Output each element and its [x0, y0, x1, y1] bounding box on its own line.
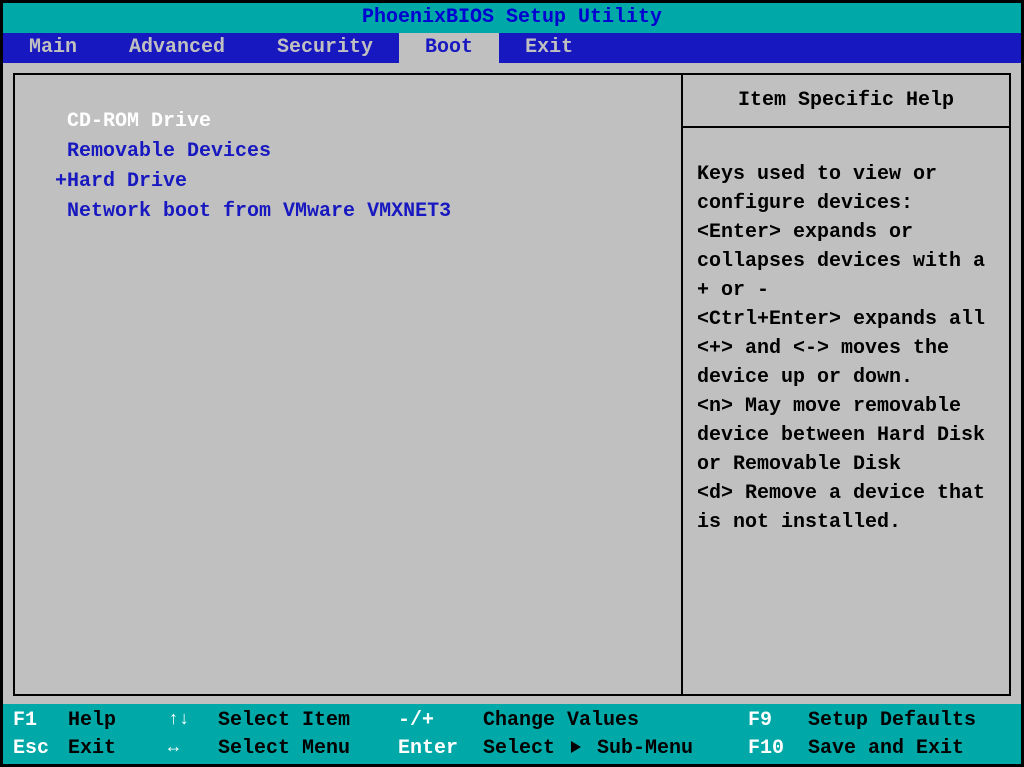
bios-screen: PhoenixBIOS Setup Utility Main Advanced … [0, 0, 1024, 767]
tab-advanced[interactable]: Advanced [103, 33, 251, 63]
footer-key-plusminus: -/+ [398, 709, 483, 732]
app-title: PhoenixBIOS Setup Utility [362, 6, 662, 29]
boot-order-panel: CD-ROM Drive Removable Devices +Hard Dri… [13, 73, 683, 696]
tab-security[interactable]: Security [251, 33, 399, 63]
footer-bar: F1 Help ↑↓ Select Item -/+ Change Values… [3, 704, 1021, 764]
tab-boot[interactable]: Boot [399, 33, 499, 63]
boot-item-prefix [55, 140, 67, 163]
footer-label-select-menu: Select Menu [218, 737, 398, 760]
footer-key-f9: F9 [748, 709, 808, 732]
boot-item-label: Hard Drive [67, 170, 187, 193]
footer-label-select-submenu: Select Sub-Menu [483, 737, 748, 760]
footer-label-change-values: Change Values [483, 709, 748, 732]
boot-item-harddrive[interactable]: +Hard Drive [55, 167, 661, 197]
boot-item-prefix [55, 110, 67, 133]
footer-label-setup-defaults: Setup Defaults [808, 709, 1011, 732]
help-title: Item Specific Help [683, 75, 1009, 128]
help-panel: Item Specific Help Keys used to view or … [681, 73, 1011, 696]
leftright-arrows-icon: ↔ [168, 738, 218, 758]
footer-key-esc: Esc [13, 737, 68, 760]
footer-label-select-item: Select Item [218, 709, 398, 732]
boot-item-removable[interactable]: Removable Devices [55, 137, 661, 167]
boot-item-prefix [55, 200, 67, 223]
bios-inner: PhoenixBIOS Setup Utility Main Advanced … [3, 3, 1021, 764]
title-bar: PhoenixBIOS Setup Utility [3, 3, 1021, 33]
content-row: CD-ROM Drive Removable Devices +Hard Dri… [3, 63, 1021, 704]
boot-item-label: Network boot from VMware VMXNET3 [67, 200, 451, 223]
footer-label-exit: Exit [68, 737, 168, 760]
boot-item-cdrom[interactable]: CD-ROM Drive [55, 107, 661, 137]
tab-main[interactable]: Main [3, 33, 103, 63]
help-body: Keys used to view or configure devices: … [683, 128, 1009, 547]
triangle-right-icon [571, 741, 581, 753]
menu-bar: Main Advanced Security Boot Exit [3, 33, 1021, 63]
footer-key-enter: Enter [398, 737, 483, 760]
footer-key-f1: F1 [13, 709, 68, 732]
footer-key-f10: F10 [748, 737, 808, 760]
boot-item-label: CD-ROM Drive [67, 110, 211, 133]
footer-label-save-exit: Save and Exit [808, 737, 1011, 760]
tab-exit[interactable]: Exit [499, 33, 599, 63]
boot-item-network[interactable]: Network boot from VMware VMXNET3 [55, 197, 661, 227]
boot-item-prefix: + [55, 170, 67, 193]
updown-arrows-icon: ↑↓ [168, 710, 218, 730]
boot-item-label: Removable Devices [67, 140, 271, 163]
footer-label-help: Help [68, 709, 168, 732]
